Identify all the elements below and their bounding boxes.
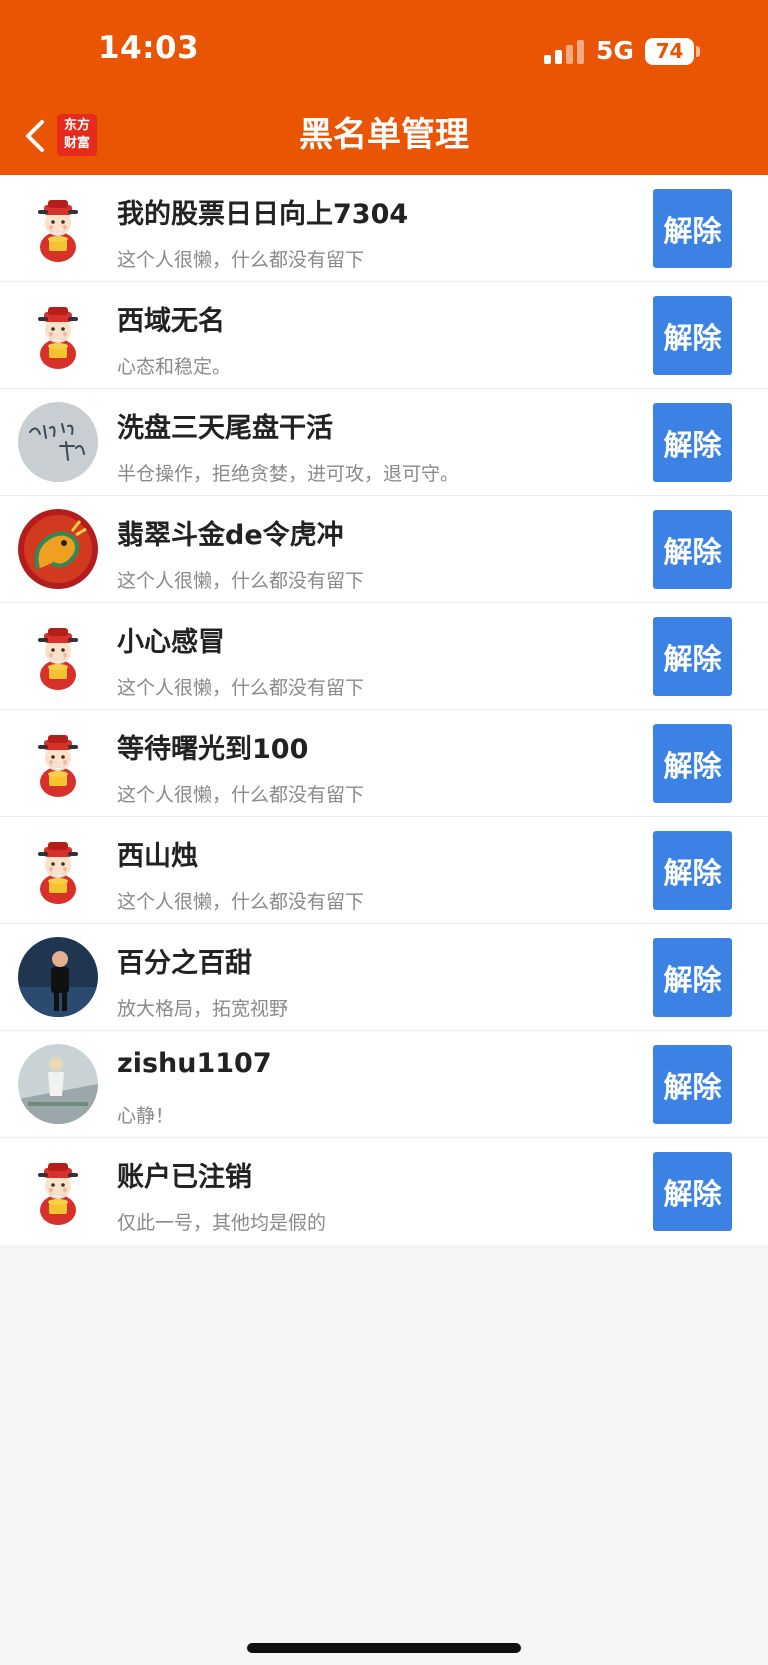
avatar xyxy=(18,1044,98,1124)
user-name: 账户已注销 xyxy=(117,1162,252,1193)
unblock-button[interactable]: 解除 xyxy=(653,938,732,1017)
user-bio: 心静！ xyxy=(117,1105,175,1127)
header-bar: 14:03 5G 74 东方 财富 黑名单管理 xyxy=(0,0,768,175)
user-bio: 放大格局，拓宽视野 xyxy=(117,998,289,1020)
avatar xyxy=(18,295,98,375)
unblock-button[interactable]: 解除 xyxy=(653,189,732,268)
unblock-button[interactable]: 解除 xyxy=(653,296,732,375)
battery-icon: 74 xyxy=(645,38,694,65)
unblock-button[interactable]: 解除 xyxy=(653,1045,732,1124)
user-bio: 半仓操作，拒绝贪婪，进可攻，退可守。 xyxy=(117,463,460,485)
avatar xyxy=(18,723,98,803)
list-item: 西山烛 这个人很懒，什么都没有留下 解除 xyxy=(0,817,768,924)
status-time: 14:03 xyxy=(98,30,200,66)
unblock-button[interactable]: 解除 xyxy=(653,617,732,696)
list-item: zishu1107 心静！ 解除 xyxy=(0,1031,768,1138)
avatar xyxy=(18,937,98,1017)
status-bar: 14:03 5G 74 xyxy=(0,0,768,100)
user-name: 我的股票日日向上7304 xyxy=(117,199,409,230)
avatar xyxy=(18,1151,98,1231)
home-indicator[interactable] xyxy=(247,1643,521,1653)
user-bio: 这个人很懒，什么都没有留下 xyxy=(117,677,365,699)
list-item: 翡翠斗金de令虎冲 这个人很懒，什么都没有留下 解除 xyxy=(0,496,768,603)
user-name: 西山烛 xyxy=(117,841,198,872)
avatar xyxy=(18,509,98,589)
user-bio: 心态和稳定。 xyxy=(117,356,232,378)
user-bio: 仅此一号，其他均是假的 xyxy=(117,1212,327,1234)
unblock-button[interactable]: 解除 xyxy=(653,831,732,910)
list-item: 我的股票日日向上7304 这个人很懒，什么都没有留下 解除 xyxy=(0,175,768,282)
unblock-button[interactable]: 解除 xyxy=(653,1152,732,1231)
list-item: 西域无名 心态和稳定。 解除 xyxy=(0,282,768,389)
user-name: 等待曙光到100 xyxy=(117,734,309,765)
list-item: 等待曙光到100 这个人很懒，什么都没有留下 解除 xyxy=(0,710,768,817)
user-name: zishu1107 xyxy=(117,1048,272,1079)
page-title: 黑名单管理 xyxy=(299,115,469,155)
avatar xyxy=(18,188,98,268)
list-item: 账户已注销 仅此一号，其他均是假的 解除 xyxy=(0,1138,768,1245)
list-item: 百分之百甜 放大格局，拓宽视野 解除 xyxy=(0,924,768,1031)
avatar xyxy=(18,402,98,482)
user-bio: 这个人很懒，什么都没有留下 xyxy=(117,249,365,271)
unblock-button[interactable]: 解除 xyxy=(653,724,732,803)
avatar xyxy=(18,616,98,696)
user-name: 洗盘三天尾盘干活 xyxy=(117,413,333,444)
unblock-button[interactable]: 解除 xyxy=(653,403,732,482)
user-name: 西域无名 xyxy=(117,306,225,337)
user-bio: 这个人很懒，什么都没有留下 xyxy=(117,784,365,806)
user-name: 小心感冒 xyxy=(117,627,225,658)
user-name: 百分之百甜 xyxy=(117,948,252,979)
user-name: 翡翠斗金de令虎冲 xyxy=(117,520,344,551)
avatar xyxy=(18,830,98,910)
signal-icon xyxy=(544,40,586,64)
unblock-button[interactable]: 解除 xyxy=(653,510,732,589)
battery-tip xyxy=(696,46,700,57)
network-label: 5G xyxy=(596,36,634,65)
blacklist: 我的股票日日向上7304 这个人很懒，什么都没有留下 解除 西域无名 心态和稳定… xyxy=(0,175,768,1245)
user-bio: 这个人很懒，什么都没有留下 xyxy=(117,570,365,592)
user-bio: 这个人很懒，什么都没有留下 xyxy=(117,891,365,913)
list-item: 洗盘三天尾盘干活 半仓操作，拒绝贪婪，进可攻，退可守。 解除 xyxy=(0,389,768,496)
list-item: 小心感冒 这个人很懒，什么都没有留下 解除 xyxy=(0,603,768,710)
